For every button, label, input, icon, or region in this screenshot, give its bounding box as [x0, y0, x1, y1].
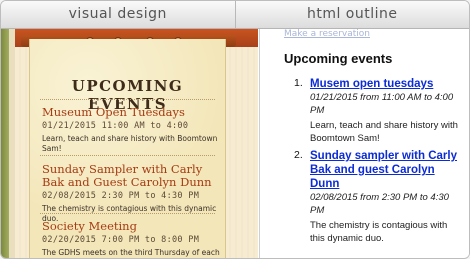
- divider: [40, 213, 215, 214]
- event-date: 01/21/2015 from 11:00 AM to 4:00 PM: [310, 92, 454, 116]
- event-date: 02/08/2015 from 2:30 PM to 4:30 PM: [310, 192, 449, 216]
- event-item[interactable]: Sunday Sampler with Carly Bak and Guest …: [42, 163, 220, 224]
- list-item: 2. Sunday sampler with Carly Bak and gue…: [284, 149, 464, 245]
- list-number: 2.: [294, 149, 303, 161]
- edge-highlight: [9, 29, 15, 258]
- event-date: 02/20/2015 7:00 PM to 8:00 PM: [42, 235, 200, 245]
- outline-event-list: 1. Musem open tuesdays 01/21/2015 from 1…: [284, 77, 464, 249]
- event-description: Learn, teach and share history with Boom…: [310, 120, 458, 144]
- tab-html-outline[interactable]: html outline: [236, 1, 470, 28]
- html-outline-panel: Make a reservation Upcoming events 1. Mu…: [259, 29, 469, 258]
- visual-design-panel: UPCOMING EVENTS Museum Open Tuesdays 01/…: [1, 29, 258, 258]
- comparison-frame: visual design html outline UPCOMING EVEN…: [0, 0, 470, 259]
- event-link[interactable]: Musem open tuesdays: [310, 77, 464, 91]
- event-item[interactable]: Society Meeting 02/20/2015 7:00 PM to 8:…: [42, 220, 220, 258]
- events-banner: UPCOMING EVENTS Museum Open Tuesdays 01/…: [29, 39, 226, 258]
- divider: [40, 155, 215, 156]
- event-title[interactable]: Museum Open Tuesdays: [42, 106, 220, 119]
- event-title[interactable]: Sunday Sampler with Carly Bak and Guest …: [42, 163, 220, 189]
- list-number: 1.: [294, 77, 303, 89]
- event-title[interactable]: Society Meeting: [42, 220, 220, 233]
- event-date: 02/08/2015 2:30 PM to 4:30 PM: [42, 191, 200, 201]
- event-item[interactable]: Museum Open Tuesdays 01/21/2015 11:00 AM…: [42, 106, 220, 154]
- tab-visual-design[interactable]: visual design: [1, 1, 236, 28]
- event-description: The GDHS meets on the third Thursday of …: [42, 248, 220, 257]
- event-link[interactable]: Sunday sampler with Carly Bak and guest …: [310, 149, 464, 191]
- green-edge-decoration: [1, 29, 9, 258]
- event-date: 01/21/2015 11:00 AM to 4:00: [42, 121, 189, 131]
- event-description: The chemistry is contagious with this dy…: [310, 220, 448, 244]
- list-item: 1. Musem open tuesdays 01/21/2015 from 1…: [284, 77, 464, 145]
- divider: [40, 99, 215, 100]
- header-tabs: visual design html outline: [1, 1, 469, 29]
- reservation-link[interactable]: Make a reservation: [284, 29, 370, 39]
- outline-heading: Upcoming events: [284, 51, 393, 66]
- event-description: Learn, teach and share history with Boom…: [42, 134, 218, 153]
